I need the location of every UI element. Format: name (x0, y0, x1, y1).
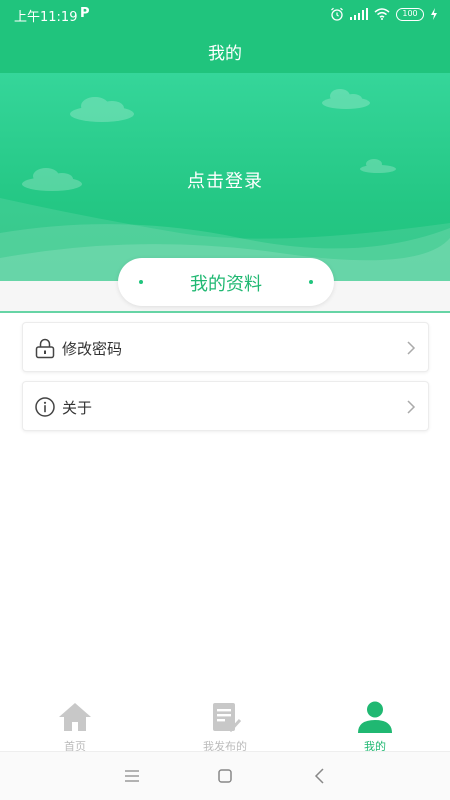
tab-mine[interactable]: 我的 (300, 695, 450, 753)
menu-item-label: 关于 (62, 399, 93, 417)
alarm-icon (331, 7, 343, 21)
system-navigation-bar (0, 751, 450, 800)
profile-section-header: 我的资料 (118, 258, 334, 306)
wifi-icon (374, 8, 390, 20)
menu-item-change-password[interactable]: 修改密码 (22, 322, 429, 372)
tab-my-posts[interactable]: 我发布的 (150, 695, 300, 753)
app-notification-icon: P (80, 6, 90, 21)
charging-icon (431, 8, 437, 20)
bottom-tab-bar: 首页 我发布的 我的 (0, 695, 450, 753)
menu-item-label: 修改密码 (62, 340, 123, 358)
lock-icon (35, 338, 55, 359)
home-button-icon[interactable] (215, 766, 235, 786)
title-bar: 我的 (0, 28, 450, 73)
signal-icon (350, 8, 368, 20)
back-icon[interactable] (310, 766, 330, 786)
status-icons: 100 (330, 5, 438, 23)
battery-icon: 100 (396, 7, 424, 21)
info-icon (35, 397, 55, 417)
home-icon (59, 703, 91, 731)
chevron-right-icon (407, 400, 416, 414)
menu-icon[interactable] (122, 766, 142, 786)
profile-section-title: 我的资料 (190, 274, 262, 295)
menu-item-about[interactable]: 关于 (22, 381, 429, 431)
cloud-icon (70, 97, 134, 122)
chevron-right-icon (407, 341, 416, 355)
status-bar: 上午11:19 P 100 (0, 0, 450, 28)
document-check-icon (213, 703, 242, 733)
cloud-icon (322, 89, 370, 109)
decorative-dot (309, 280, 313, 284)
page-title: 我的 (208, 44, 242, 64)
status-time: 上午11:19 (14, 10, 78, 25)
user-icon (358, 701, 392, 733)
tab-home[interactable]: 首页 (0, 695, 150, 753)
login-button[interactable]: 点击登录 (0, 167, 450, 193)
